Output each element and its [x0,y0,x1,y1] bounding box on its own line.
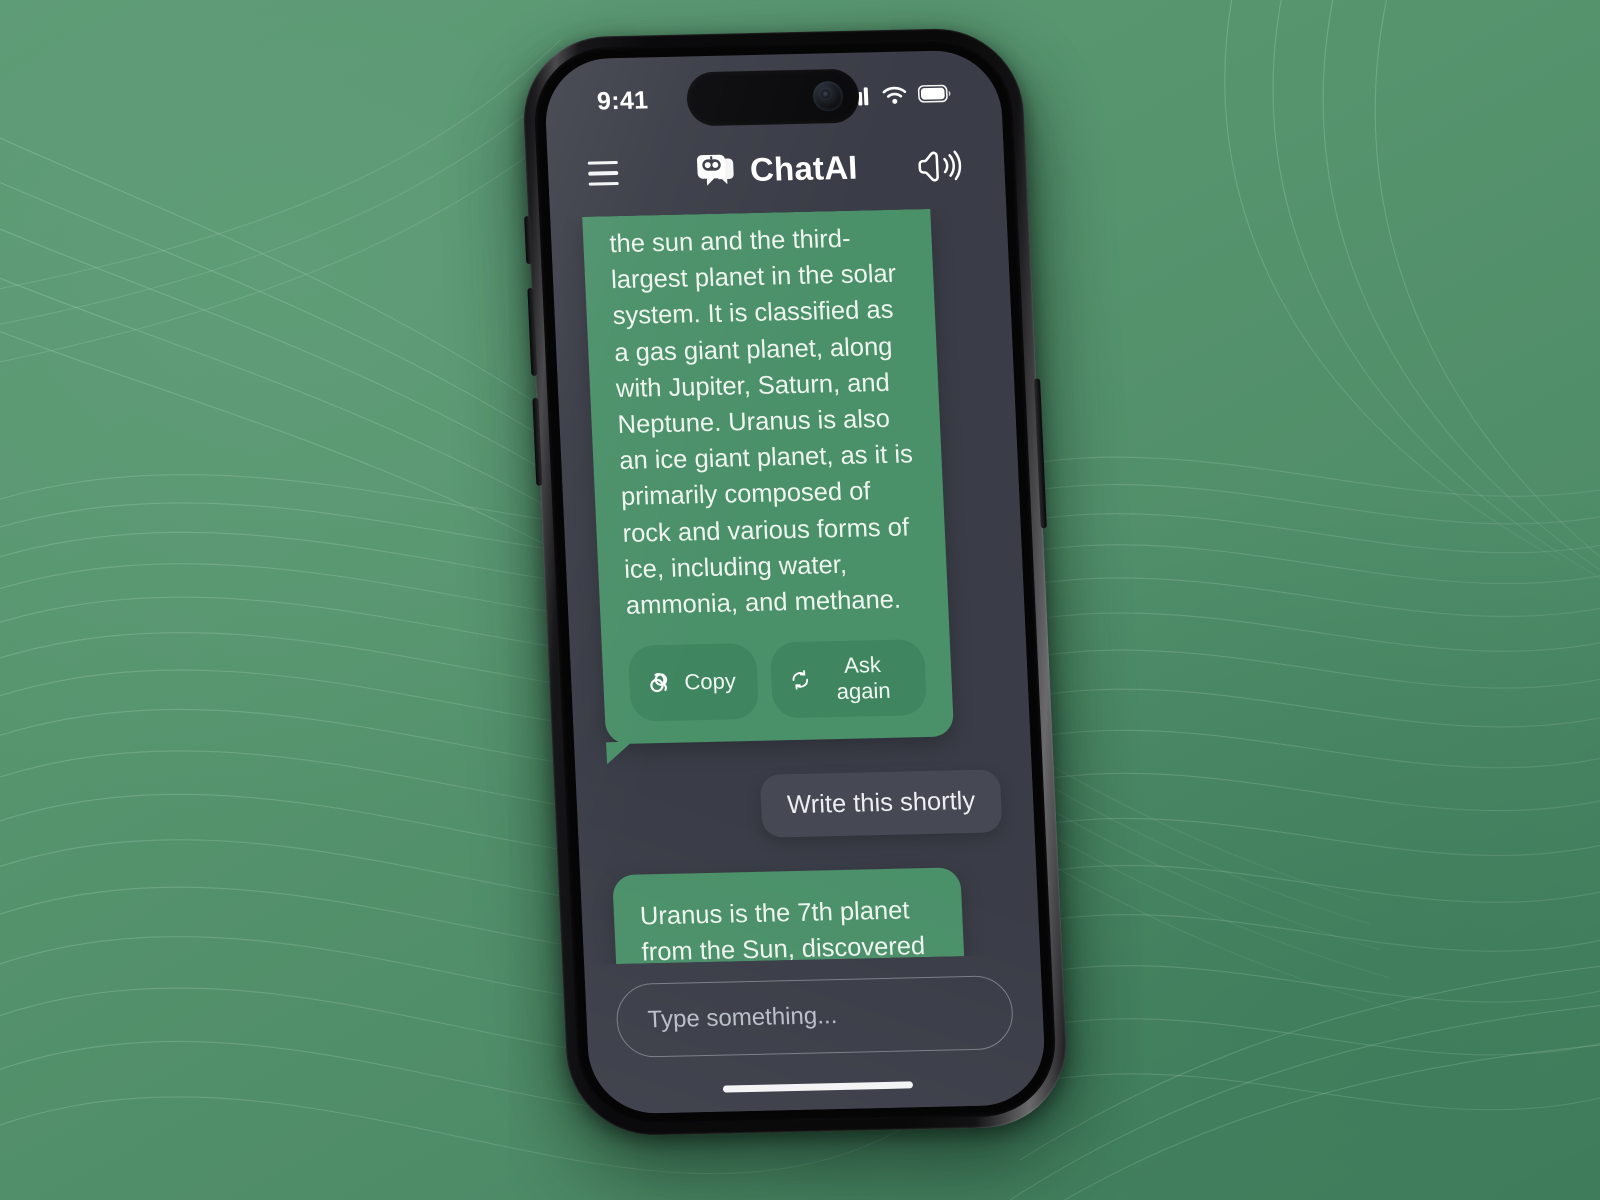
phone-screen: 9:41 ChatAI the sun and the third-larges… [543,49,1047,1115]
iphone-device: 9:41 ChatAI the sun and the third-larges… [520,26,1071,1139]
bot-message-bubble: the sun and the third-largest planet in … [582,208,955,745]
bot-message-text: the sun and the third-largest planet in … [608,224,914,620]
app-branding: ChatAI [694,147,858,193]
bot-message-bubble: Uranus is the 7th planet from the Sun, d… [612,867,979,965]
status-bar: 9:41 [543,49,1002,131]
message-input[interactable] [615,975,1015,1059]
screenshot-stage: 9:41 ChatAI the sun and the third-larges… [0,0,1600,1200]
status-icons-group [846,84,952,106]
menu-line [588,171,619,176]
ask-again-button[interactable]: Ask again [770,639,928,719]
home-indicator-bar[interactable] [722,1080,914,1093]
user-message-bubble: Write this shortly [759,769,1003,838]
ask-again-button-label: Ask again [836,652,892,705]
chat-message-list[interactable]: the sun and the third-largest planet in … [550,207,1041,965]
chat-row-user: Write this shortly [608,769,1003,842]
battery-icon [917,84,951,103]
bot-message-text: Uranus is the 7th planet from the Sun, d… [639,896,926,965]
app-header: ChatAI [546,121,1007,218]
wifi-icon [882,86,907,104]
hamburger-menu-icon[interactable] [587,150,635,197]
refresh-icon [792,670,809,690]
menu-line [587,160,618,165]
speaker-volume-icon[interactable] [911,139,965,192]
app-title: ChatAI [749,148,859,189]
status-time: 9:41 [596,85,649,115]
message-actions: Copy Ask again [627,639,928,722]
copy-button-label: Copy [683,668,737,695]
copy-button[interactable]: Copy [627,643,760,722]
copy-icon [650,673,668,693]
front-camera-icon [812,80,844,112]
chat-row-bot: the sun and the third-largest planet in … [582,208,998,745]
chat-row-bot: Uranus is the 7th planet from the Sun, d… [612,866,1022,965]
chat-robot-logo-icon [696,154,734,186]
dynamic-island [685,68,861,127]
message-composer [584,954,1045,1069]
menu-line [588,181,619,186]
